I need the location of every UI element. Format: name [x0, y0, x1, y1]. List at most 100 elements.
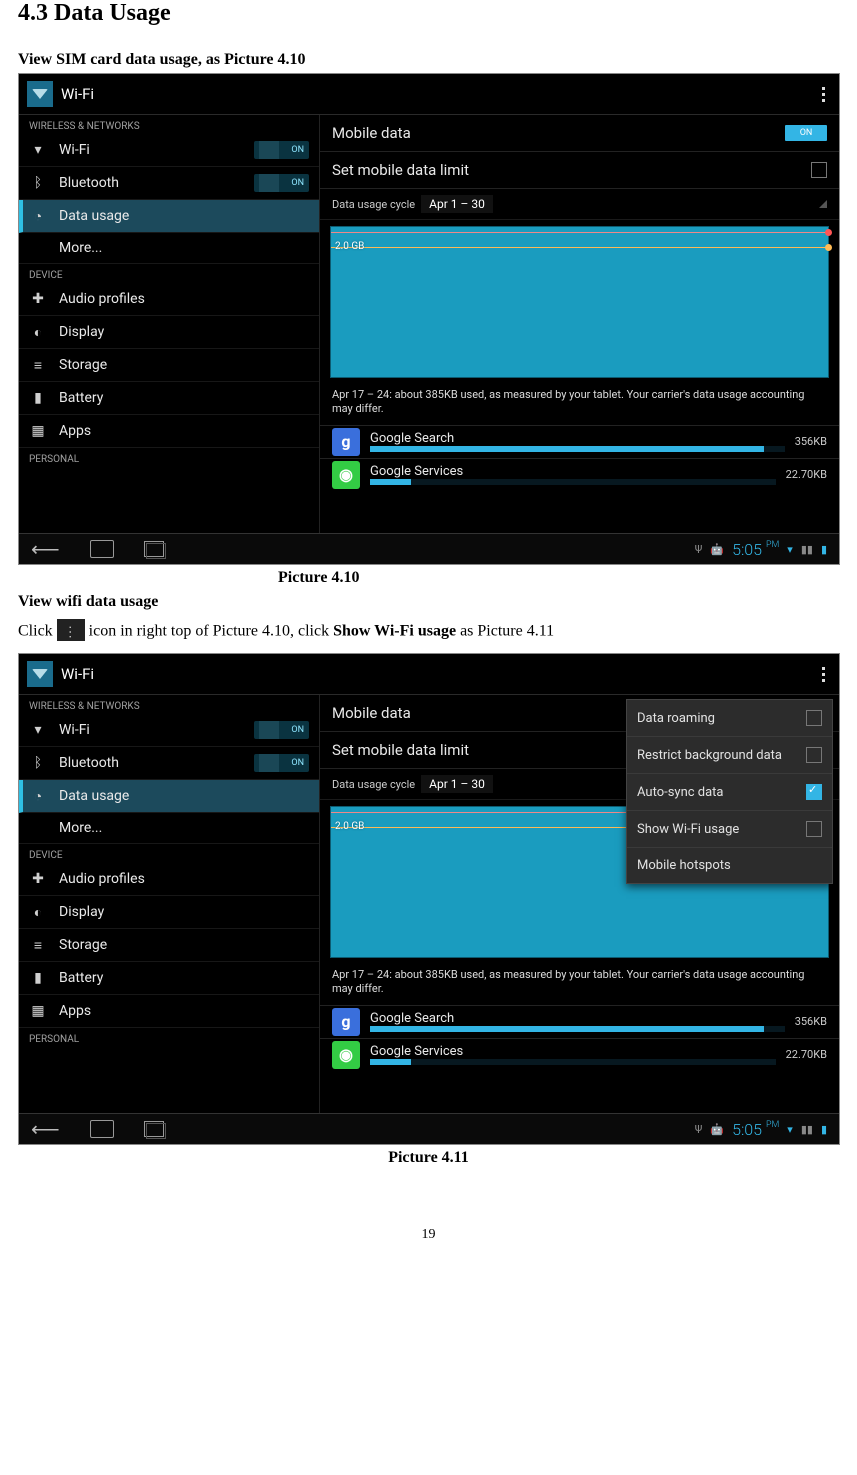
wifi-toggle[interactable]: ON — [254, 141, 309, 159]
app-usage-row[interactable]: g Google Search 356KB — [320, 425, 839, 458]
usage-cycle-row[interactable]: Data usage cycle Apr 1 – 30 — [320, 189, 839, 220]
topbar-title: Wi-Fi — [61, 85, 94, 103]
bluetooth-toggle[interactable]: ON — [254, 174, 309, 192]
sidebar-item-more[interactable]: More... — [19, 813, 319, 844]
display-icon: ◐ — [29, 903, 47, 921]
app-name: Google Services — [370, 1044, 776, 1059]
apps-icon: ▦ — [29, 1002, 47, 1020]
data-usage-panel: Mobile data ON Set mobile data limit Dat… — [320, 115, 839, 535]
wifi-settings-icon[interactable] — [27, 81, 53, 107]
sidebar-item-battery[interactable]: ▮ Battery — [19, 382, 319, 415]
clock[interactable]: 5:05 PM — [732, 1120, 779, 1139]
system-navbar: ⟵ Ψ 🤖 5:05 PM ▾ ▮▮ ▮ — [19, 1113, 839, 1144]
nav-back-icon[interactable]: ⟵ — [31, 537, 60, 561]
sidebar-item-wifi[interactable]: ▾ Wi-Fi ON — [19, 134, 319, 167]
app-name: Google Services — [370, 464, 776, 479]
sidebar-item-data-usage[interactable]: ◔ Data usage — [19, 200, 319, 233]
overflow-menu-icon[interactable] — [816, 661, 831, 688]
caption-4-10: Picture 4.10 — [278, 569, 839, 587]
usage-note: Apr 17 – 24: about 385KB used, as measur… — [320, 964, 839, 1005]
dropdown-icon — [819, 200, 827, 208]
settings-sidebar: WIRELESS & NETWORKS ▾ Wi-Fi ON ᛒ Bluetoo… — [19, 695, 320, 1115]
show-wifi-checkbox[interactable] — [806, 821, 822, 837]
apps-icon: ▦ — [29, 422, 47, 440]
nav-recent-icon[interactable] — [144, 1121, 164, 1137]
app-topbar: Wi-Fi — [19, 654, 839, 695]
clock[interactable]: 5:05 PM — [732, 540, 779, 559]
wifi-settings-icon[interactable] — [27, 661, 53, 687]
set-limit-checkbox[interactable] — [811, 162, 827, 178]
app-size: 22.70KB — [786, 468, 827, 481]
bluetooth-icon: ᛒ — [29, 754, 47, 772]
status-wifi-icon: ▾ — [787, 543, 793, 556]
sidebar-item-display[interactable]: ◐ Display — [19, 316, 319, 349]
sidebar-item-apps[interactable]: ▦ Apps — [19, 415, 319, 448]
overflow-menu-icon[interactable] — [816, 81, 831, 108]
cycle-label: Data usage cycle — [332, 778, 415, 791]
menu-label: Show Wi-Fi usage — [637, 822, 739, 837]
wifi-icon: ▾ — [29, 141, 47, 159]
screenshot-4-10: Wi-Fi WIRELESS & NETWORKS ▾ Wi-Fi ON ᛒ B… — [18, 73, 840, 565]
sidebar-item-bluetooth[interactable]: ᛒ Bluetooth ON — [19, 747, 319, 780]
nav-home-icon[interactable] — [90, 1120, 114, 1138]
usb-icon: Ψ — [695, 1123, 703, 1136]
storage-icon: ≡ — [29, 936, 47, 954]
row-label: Mobile data — [332, 124, 411, 142]
limit-line[interactable] — [331, 232, 828, 233]
usage-note: Apr 17 – 24: about 385KB used, as measur… — [320, 384, 839, 425]
mobile-data-row[interactable]: Mobile data ON — [320, 115, 839, 152]
app-usage-row[interactable]: ◉ Google Services 22.70KB — [320, 458, 839, 491]
bluetooth-toggle[interactable]: ON — [254, 754, 309, 772]
app-usage-row[interactable]: ◉ Google Services 22.70KB — [320, 1038, 839, 1071]
overflow-menu-icon: ⋯ — [57, 619, 85, 641]
sidebar-item-battery[interactable]: ▮ Battery — [19, 962, 319, 995]
menu-mobile-hotspots[interactable]: Mobile hotspots — [627, 848, 832, 883]
sidebar-item-audio[interactable]: ✚ Audio profiles — [19, 283, 319, 316]
sidebar-item-display[interactable]: ◐ Display — [19, 896, 319, 929]
sidebar-label: Bluetooth — [59, 175, 119, 191]
chart-label: 2.0 GB — [335, 821, 364, 832]
sidebar-group-device: DEVICE — [19, 264, 319, 283]
sidebar-item-data-usage[interactable]: ◔ Data usage — [19, 780, 319, 813]
nav-back-icon[interactable]: ⟵ — [31, 1117, 60, 1141]
subheading-sim: View SIM card data usage, as Picture 4.1… — [18, 51, 839, 69]
data-usage-icon: ◔ — [29, 207, 47, 225]
mobile-data-toggle[interactable]: ON — [785, 125, 827, 141]
menu-show-wifi-usage[interactable]: Show Wi-Fi usage — [627, 811, 832, 848]
sidebar-item-storage[interactable]: ≡ Storage — [19, 929, 319, 962]
menu-restrict-bg[interactable]: Restrict background data — [627, 737, 832, 774]
sidebar-item-wifi[interactable]: ▾ Wi-Fi ON — [19, 714, 319, 747]
app-usage-row[interactable]: g Google Search 356KB — [320, 1005, 839, 1038]
subheading-wifi: View wifi data usage — [18, 593, 839, 611]
menu-autosync[interactable]: Auto-sync data — [627, 774, 832, 811]
warning-line[interactable] — [331, 247, 828, 248]
set-limit-row[interactable]: Set mobile data limit — [320, 152, 839, 189]
restrict-checkbox[interactable] — [806, 747, 822, 763]
usage-bar — [370, 1026, 764, 1032]
audio-icon: ✚ — [29, 290, 47, 308]
data-usage-panel: Mobile data Set mobile data limit Data u… — [320, 695, 839, 1115]
row-label: Set mobile data limit — [332, 741, 469, 759]
google-search-icon: g — [332, 1008, 360, 1036]
settings-sidebar: WIRELESS & NETWORKS ▾ Wi-Fi ON ᛒ Bluetoo… — [19, 115, 320, 535]
sidebar-label: Audio profiles — [59, 291, 145, 307]
app-size: 22.70KB — [786, 1048, 827, 1061]
audio-icon: ✚ — [29, 870, 47, 888]
sidebar-item-storage[interactable]: ≡ Storage — [19, 349, 319, 382]
menu-data-roaming[interactable]: Data roaming — [627, 700, 832, 737]
sidebar-label: Audio profiles — [59, 871, 145, 887]
sidebar-item-bluetooth[interactable]: ᛒ Bluetooth ON — [19, 167, 319, 200]
sidebar-label: More... — [59, 820, 102, 836]
sidebar-item-more[interactable]: More... — [19, 233, 319, 264]
sidebar-item-apps[interactable]: ▦ Apps — [19, 995, 319, 1028]
roaming-checkbox[interactable] — [806, 710, 822, 726]
usage-chart[interactable]: 2.0 GB — [330, 226, 829, 378]
app-size: 356KB — [795, 1015, 827, 1028]
caption-4-11: Picture 4.11 — [18, 1149, 839, 1167]
nav-recent-icon[interactable] — [144, 541, 164, 557]
nav-home-icon[interactable] — [90, 540, 114, 558]
autosync-checkbox[interactable] — [806, 784, 822, 800]
sidebar-label: Bluetooth — [59, 755, 119, 771]
wifi-toggle[interactable]: ON — [254, 721, 309, 739]
sidebar-item-audio[interactable]: ✚ Audio profiles — [19, 863, 319, 896]
